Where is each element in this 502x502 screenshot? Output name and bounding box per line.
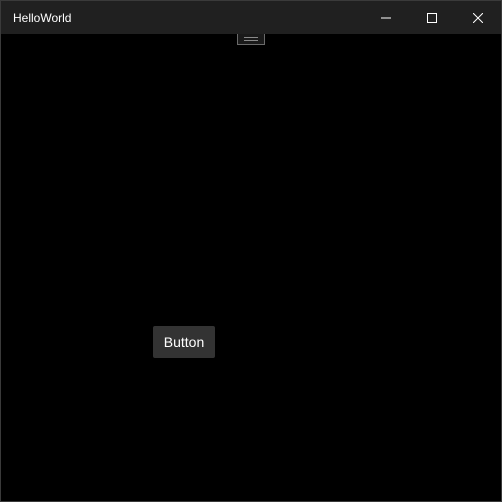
close-icon [473, 12, 483, 23]
drag-handle-line [244, 37, 258, 38]
drag-handle-line [244, 40, 258, 41]
minimize-button[interactable] [363, 1, 409, 34]
content-area: Button [1, 34, 501, 501]
maximize-button[interactable] [409, 1, 455, 34]
drag-handle-icon[interactable] [237, 34, 265, 45]
title-bar[interactable]: HelloWorld [1, 1, 501, 34]
close-button[interactable] [455, 1, 501, 34]
app-window: HelloWorld Button [0, 0, 502, 502]
maximize-icon [427, 12, 437, 23]
main-button[interactable]: Button [153, 326, 215, 358]
minimize-icon [381, 13, 391, 23]
window-title: HelloWorld [13, 11, 72, 25]
